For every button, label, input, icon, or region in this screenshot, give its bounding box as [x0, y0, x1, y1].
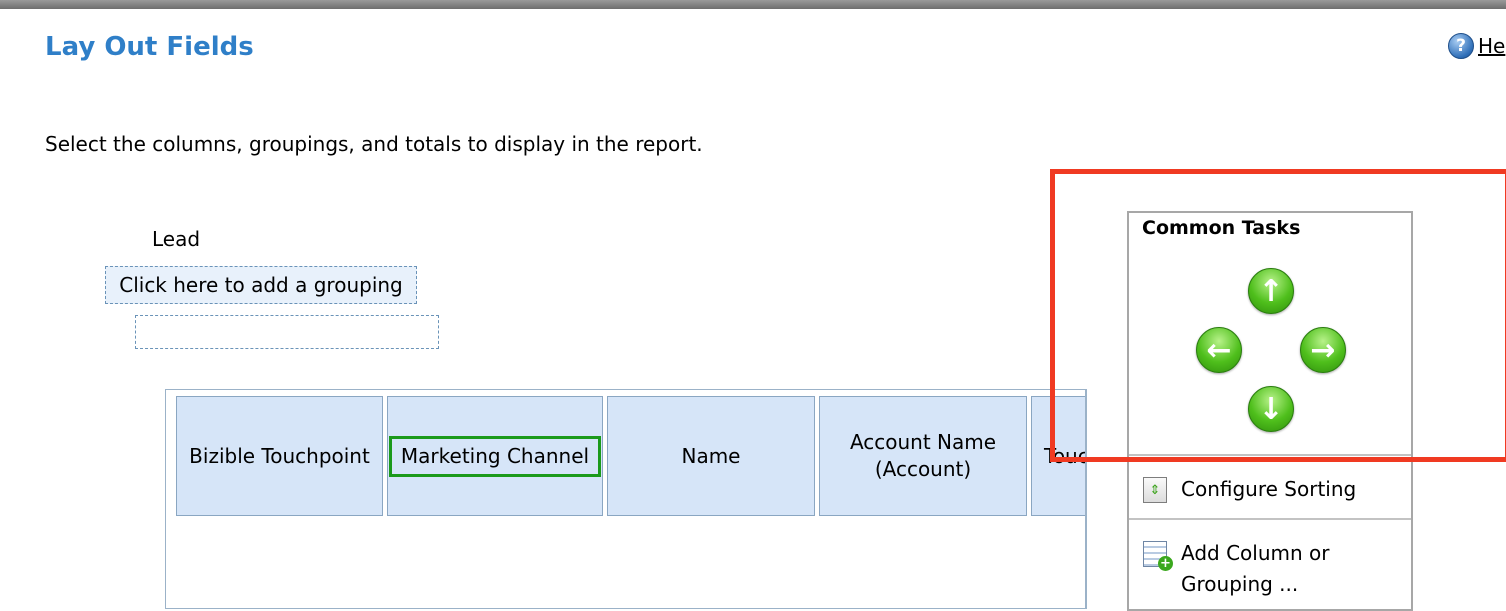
column-header-label: Account Name (Account) [849, 430, 997, 481]
window-top-bar [0, 0, 1506, 9]
grouping-drop-zone[interactable] [135, 315, 439, 349]
common-tasks-panel: Common Tasks ↑ ← → ↓ ⇕ Configure Sorting… [1127, 211, 1413, 611]
help-icon[interactable]: ? [1448, 33, 1474, 59]
page-title: Lay Out Fields [45, 32, 254, 62]
add-grouping-label[interactable]: Click here to add a grouping [119, 273, 403, 297]
column-header-account-name[interactable]: Account Name (Account) [819, 396, 1027, 516]
plus-icon: + [1158, 556, 1173, 571]
arrow-down-icon[interactable]: ↓ [1248, 386, 1294, 432]
column-header-label: Marketing Channel [388, 435, 602, 477]
column-header-marketing-channel[interactable]: Marketing Channel [387, 396, 603, 516]
add-column-or-grouping-link[interactable]: + Add Column or Grouping ... [1143, 538, 1343, 600]
common-tasks-title: Common Tasks [1142, 217, 1301, 239]
column-header-label: Touc [1044, 443, 1087, 468]
column-header-label: Bizible Touchpoint [189, 443, 370, 468]
configure-sorting-link[interactable]: ⇕ Configure Sorting [1143, 474, 1356, 505]
help-link[interactable]: ? He [1448, 33, 1505, 59]
column-header-bizible-touchpoint[interactable]: Bizible Touchpoint [176, 396, 383, 516]
report-preview-area: Bizible Touchpoint Marketing Channel Nam… [165, 389, 1087, 609]
instructions-text: Select the columns, groupings, and total… [45, 132, 703, 156]
column-header-name[interactable]: Name [607, 396, 815, 516]
help-link-label[interactable]: He [1478, 34, 1505, 58]
grouping-label: Lead [152, 227, 201, 251]
add-column-label[interactable]: Add Column or Grouping ... [1181, 538, 1341, 600]
column-header-label: Name [681, 443, 741, 468]
add-column-icon: + [1143, 541, 1173, 571]
sort-icon: ⇕ [1143, 477, 1167, 503]
arrow-right-icon[interactable]: → [1300, 327, 1346, 373]
divider [1129, 454, 1411, 456]
divider [1129, 518, 1411, 520]
arrow-left-icon[interactable]: ← [1196, 327, 1242, 373]
configure-sorting-label[interactable]: Configure Sorting [1181, 474, 1356, 505]
add-grouping-dropzone[interactable]: Click here to add a grouping [105, 266, 417, 304]
arrow-up-icon[interactable]: ↑ [1248, 268, 1294, 314]
column-header-touchpoint-partial[interactable]: Touc [1031, 396, 1087, 516]
